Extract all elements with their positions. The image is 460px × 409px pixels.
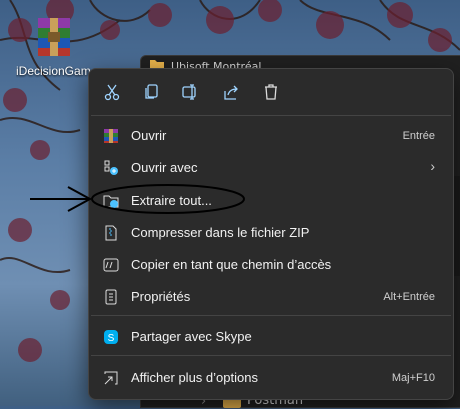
menu-item-compresser-zip[interactable]: Compresser dans le fichier ZIP bbox=[93, 218, 449, 248]
open-with-icon bbox=[104, 160, 118, 175]
svg-text:S: S bbox=[108, 333, 115, 344]
share-button[interactable] bbox=[218, 79, 244, 105]
menu-item-label: Afficher plus d’options bbox=[131, 370, 258, 385]
menu-item-shortcut: Maj+F10 bbox=[391, 372, 435, 384]
menu-item-label: Compresser dans le fichier ZIP bbox=[131, 225, 310, 240]
context-menu-toolbar bbox=[89, 69, 453, 115]
chevron-right-icon: › bbox=[430, 158, 435, 174]
context-menu: Ouvrir Entrée Ouvrir avec › Extraire tou… bbox=[88, 68, 454, 400]
copy-path-icon bbox=[103, 258, 119, 272]
menu-item-proprietes[interactable]: Propriétés Alt+Entrée bbox=[93, 282, 449, 312]
menu-item-label: Partager avec Skype bbox=[131, 329, 252, 344]
menu-separator bbox=[91, 355, 451, 356]
skype-icon: S bbox=[104, 330, 118, 344]
rename-button[interactable] bbox=[177, 79, 203, 105]
menu-item-ouvrir-avec[interactable]: Ouvrir avec › bbox=[93, 153, 449, 183]
menu-item-shortcut: Alt+Entrée bbox=[383, 291, 435, 303]
more-options-icon bbox=[104, 371, 118, 385]
menu-item-partager-skype[interactable]: S Partager avec Skype bbox=[93, 322, 449, 352]
winrar-archive-icon bbox=[38, 18, 70, 56]
share-icon bbox=[224, 85, 238, 100]
extract-icon bbox=[103, 195, 119, 208]
rename-icon bbox=[182, 84, 196, 100]
properties-icon bbox=[105, 289, 117, 305]
menu-separator bbox=[91, 315, 451, 316]
cut-icon bbox=[104, 84, 120, 101]
menu-item-label: Ouvrir avec bbox=[131, 160, 198, 175]
menu-item-afficher-plus[interactable]: Afficher plus d’options Maj+F10 bbox=[93, 363, 449, 393]
delete-button[interactable] bbox=[258, 79, 284, 105]
menu-separator bbox=[91, 115, 451, 116]
menu-item-label: Extraire tout... bbox=[131, 193, 212, 208]
menu-item-copier-chemin[interactable]: Copier en tant que chemin d’accès bbox=[93, 250, 449, 280]
menu-item-ouvrir[interactable]: Ouvrir Entrée bbox=[93, 121, 449, 151]
zip-icon bbox=[105, 225, 117, 241]
copy-button[interactable] bbox=[139, 79, 165, 105]
menu-item-label: Copier en tant que chemin d’accès bbox=[131, 257, 332, 272]
menu-item-label: Ouvrir bbox=[131, 128, 167, 143]
menu-item-shortcut: Entrée bbox=[402, 130, 435, 142]
copy-icon bbox=[145, 84, 158, 99]
delete-icon bbox=[265, 84, 277, 100]
menu-item-extraire-tout[interactable]: Extraire tout... bbox=[93, 186, 449, 216]
winrar-icon bbox=[104, 129, 118, 143]
cut-button[interactable] bbox=[99, 79, 125, 105]
menu-item-label: Propriétés bbox=[131, 289, 191, 304]
